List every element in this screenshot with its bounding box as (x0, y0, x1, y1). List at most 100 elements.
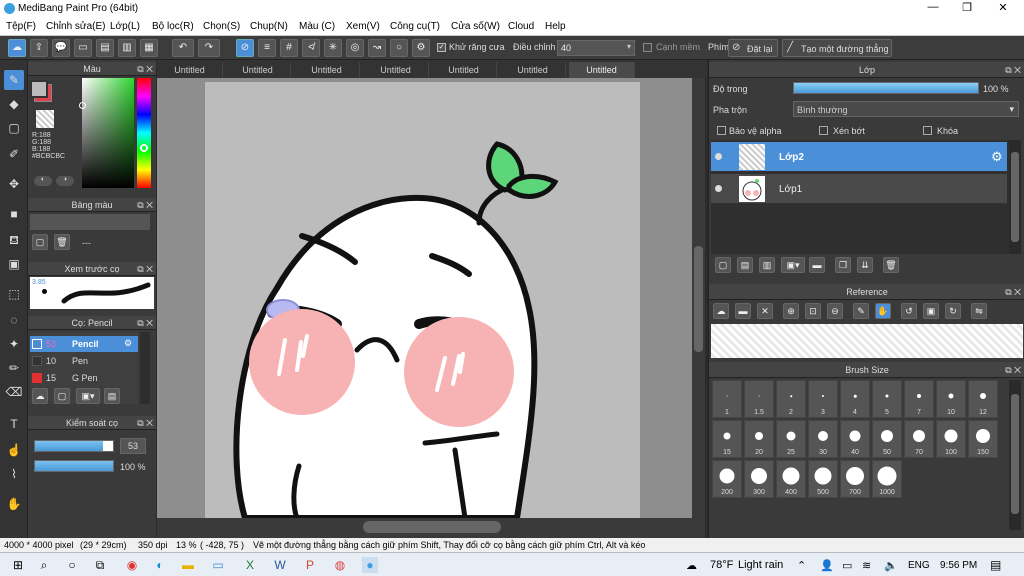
rectangle-tool-icon[interactable]: ▢ (4, 118, 24, 138)
hue-cursor[interactable] (140, 144, 148, 152)
windows-start-icon[interactable]: ⊞ (10, 557, 26, 573)
brush-opacity-slider[interactable] (34, 460, 114, 472)
brush-size-slider[interactable] (34, 440, 114, 452)
brush-tool-icon[interactable]: ✎ (4, 70, 24, 90)
panel-close-icon[interactable]: ⧉ ✕ (137, 416, 153, 430)
brush-add-icon[interactable]: ▣▾ (76, 388, 100, 404)
brush-size-cell[interactable]: 4 (840, 380, 870, 418)
menu-layer[interactable]: Lớp(L) (110, 21, 140, 32)
delete-palette-icon[interactable]: 🗑 (54, 234, 70, 250)
brush-item-pencil[interactable]: 53 Pencil ⚙ (30, 336, 138, 352)
brush-size-cell[interactable]: 700 (840, 460, 870, 498)
ellipse-snap-icon[interactable]: ○ (390, 39, 408, 57)
excel-icon[interactable]: X (242, 557, 258, 573)
dropper-tool-icon[interactable]: ⌇ (4, 464, 24, 484)
menu-window[interactable]: Cửa số(W) (451, 21, 500, 32)
word-icon[interactable]: W (272, 557, 288, 573)
layer-row-lop2[interactable]: Lớp2 ⚙ (711, 142, 1007, 172)
protect-alpha-checkbox[interactable] (717, 126, 726, 135)
menu-edit[interactable]: Chỉnh sửa(E) (46, 21, 106, 32)
maximize-icon[interactable]: ❐ (952, 1, 982, 14)
tab-untitled[interactable]: Untitled (225, 62, 291, 78)
color-swap-button[interactable]: ◑ (56, 176, 74, 186)
brush-size-cell[interactable]: 5 (872, 380, 902, 418)
radial-snap-icon[interactable]: ✳ (324, 39, 342, 57)
new-folder-icon[interactable]: ▬ (809, 257, 825, 273)
fit-icon[interactable]: ⊡ (805, 303, 821, 319)
brush-size-cell[interactable]: 1000 (872, 460, 902, 498)
brush-size-cell[interactable]: 400 (776, 460, 806, 498)
brush-cloud-icon[interactable]: ☁ (32, 388, 48, 404)
powerpoint-icon[interactable]: P (302, 557, 318, 573)
menu-file[interactable]: Tệp(F) (6, 21, 36, 32)
edge-icon[interactable]: ◐ (152, 557, 168, 573)
brush-copy-icon[interactable]: ▤ (104, 388, 120, 404)
fill-rect-tool-icon[interactable]: ■ (4, 204, 24, 224)
redo-icon[interactable]: ↷ (198, 39, 220, 57)
brush-size-cell[interactable]: 15 (712, 420, 742, 458)
tab-untitled[interactable]: Untitled (157, 62, 223, 78)
tab-untitled[interactable]: Untitled (363, 62, 429, 78)
hue-slider[interactable] (137, 78, 151, 188)
brush-size-value[interactable]: 53 (120, 438, 146, 454)
menu-tools[interactable]: Công cụ(T) (390, 21, 440, 32)
document-icon[interactable]: ▥ (118, 39, 136, 57)
primary-color-swatch[interactable] (30, 80, 48, 98)
grid-snap-icon[interactable]: # (280, 39, 298, 57)
brush-size-cell[interactable]: 70 (904, 420, 934, 458)
file-explorer-icon[interactable]: ▬ (180, 557, 196, 573)
duplicate-layer-icon[interactable]: ❐ (835, 257, 851, 273)
merge-layer-icon[interactable]: ⇊ (857, 257, 873, 273)
saturation-value-picker[interactable] (79, 78, 134, 188)
horizontal-scrollbar[interactable] (157, 518, 705, 538)
wifi-icon[interactable]: ≋ (862, 559, 871, 572)
new-layer-icon[interactable]: ▢ (715, 257, 731, 273)
minimize-icon[interactable]: — (918, 1, 948, 13)
brush-size-cell[interactable]: 1 (712, 380, 742, 418)
brush-size-cell[interactable]: 500 (808, 460, 838, 498)
palette-area[interactable] (30, 214, 150, 230)
reference-close-icon[interactable]: ✕ (757, 303, 773, 319)
weather-temp[interactable]: 78°F (710, 559, 733, 571)
layer-list-scrollbar[interactable] (1009, 140, 1021, 254)
brush-size-cell[interactable]: 7 (904, 380, 934, 418)
visibility-icon[interactable] (715, 153, 722, 160)
tab-untitled[interactable]: Untitled (294, 62, 360, 78)
add-palette-icon[interactable]: ▢ (32, 234, 48, 250)
panel-close-icon[interactable]: ⧉ ✕ (137, 316, 153, 330)
panel-close-icon[interactable]: ⧉ ✕ (137, 262, 153, 276)
horizontal-scroll-thumb[interactable] (363, 521, 501, 533)
curve-snap-icon[interactable]: ↝ (368, 39, 386, 57)
select-pen-tool-icon[interactable]: ✏ (4, 358, 24, 378)
hand-tool-icon[interactable]: ✋ (4, 494, 24, 514)
delete-layer-icon[interactable]: 🗑 (883, 257, 899, 273)
panel-close-icon[interactable]: ⧉ ✕ (1005, 62, 1021, 78)
people-icon[interactable]: 👤 (820, 559, 834, 572)
flip-icon[interactable]: ⇋ (971, 303, 987, 319)
adjust-slider[interactable]: 40 ▾ (557, 40, 635, 56)
cloud-icon[interactable]: ☁ (8, 39, 26, 57)
straight-line-button[interactable]: ╱ Tạo một đường thẳng (782, 39, 892, 57)
panel-close-icon[interactable]: ⧉ ✕ (1005, 362, 1021, 378)
panel-close-icon[interactable]: ⧉ ✕ (137, 198, 153, 212)
gradient-tool-icon[interactable]: ▣ (4, 254, 24, 274)
perspective-snap-icon[interactable]: ≮ (302, 39, 320, 57)
battery-icon[interactable]: ▭ (842, 559, 852, 572)
vertical-scrollbar[interactable] (692, 78, 705, 518)
notifications-icon[interactable]: ▤ (990, 558, 1001, 572)
bucket-tool-icon[interactable]: ⛾ (4, 230, 24, 250)
brush-list-scrollbar[interactable] (140, 332, 150, 404)
panel-close-icon[interactable]: ⧉ ✕ (1005, 284, 1021, 300)
brush-size-cell[interactable]: 100 (936, 420, 966, 458)
add-layer-menu-icon[interactable]: ▣▾ (781, 257, 805, 273)
hand-icon[interactable]: ✋ (875, 303, 891, 319)
share-icon[interactable]: ⇪ (30, 39, 48, 57)
volume-icon[interactable]: 🔈 (884, 559, 898, 572)
antialias-checkbox[interactable]: ✓ (437, 43, 446, 52)
zoom-in-icon[interactable]: ⊕ (783, 303, 799, 319)
reset-button[interactable]: ⊘ Đặt lại (728, 39, 778, 57)
eraser-tool-icon[interactable]: ◆ (4, 94, 24, 114)
speech-bubble-icon[interactable]: ▭ (74, 39, 92, 57)
menu-help[interactable]: Help (545, 21, 566, 32)
zoom-out-icon[interactable]: ⊖ (827, 303, 843, 319)
